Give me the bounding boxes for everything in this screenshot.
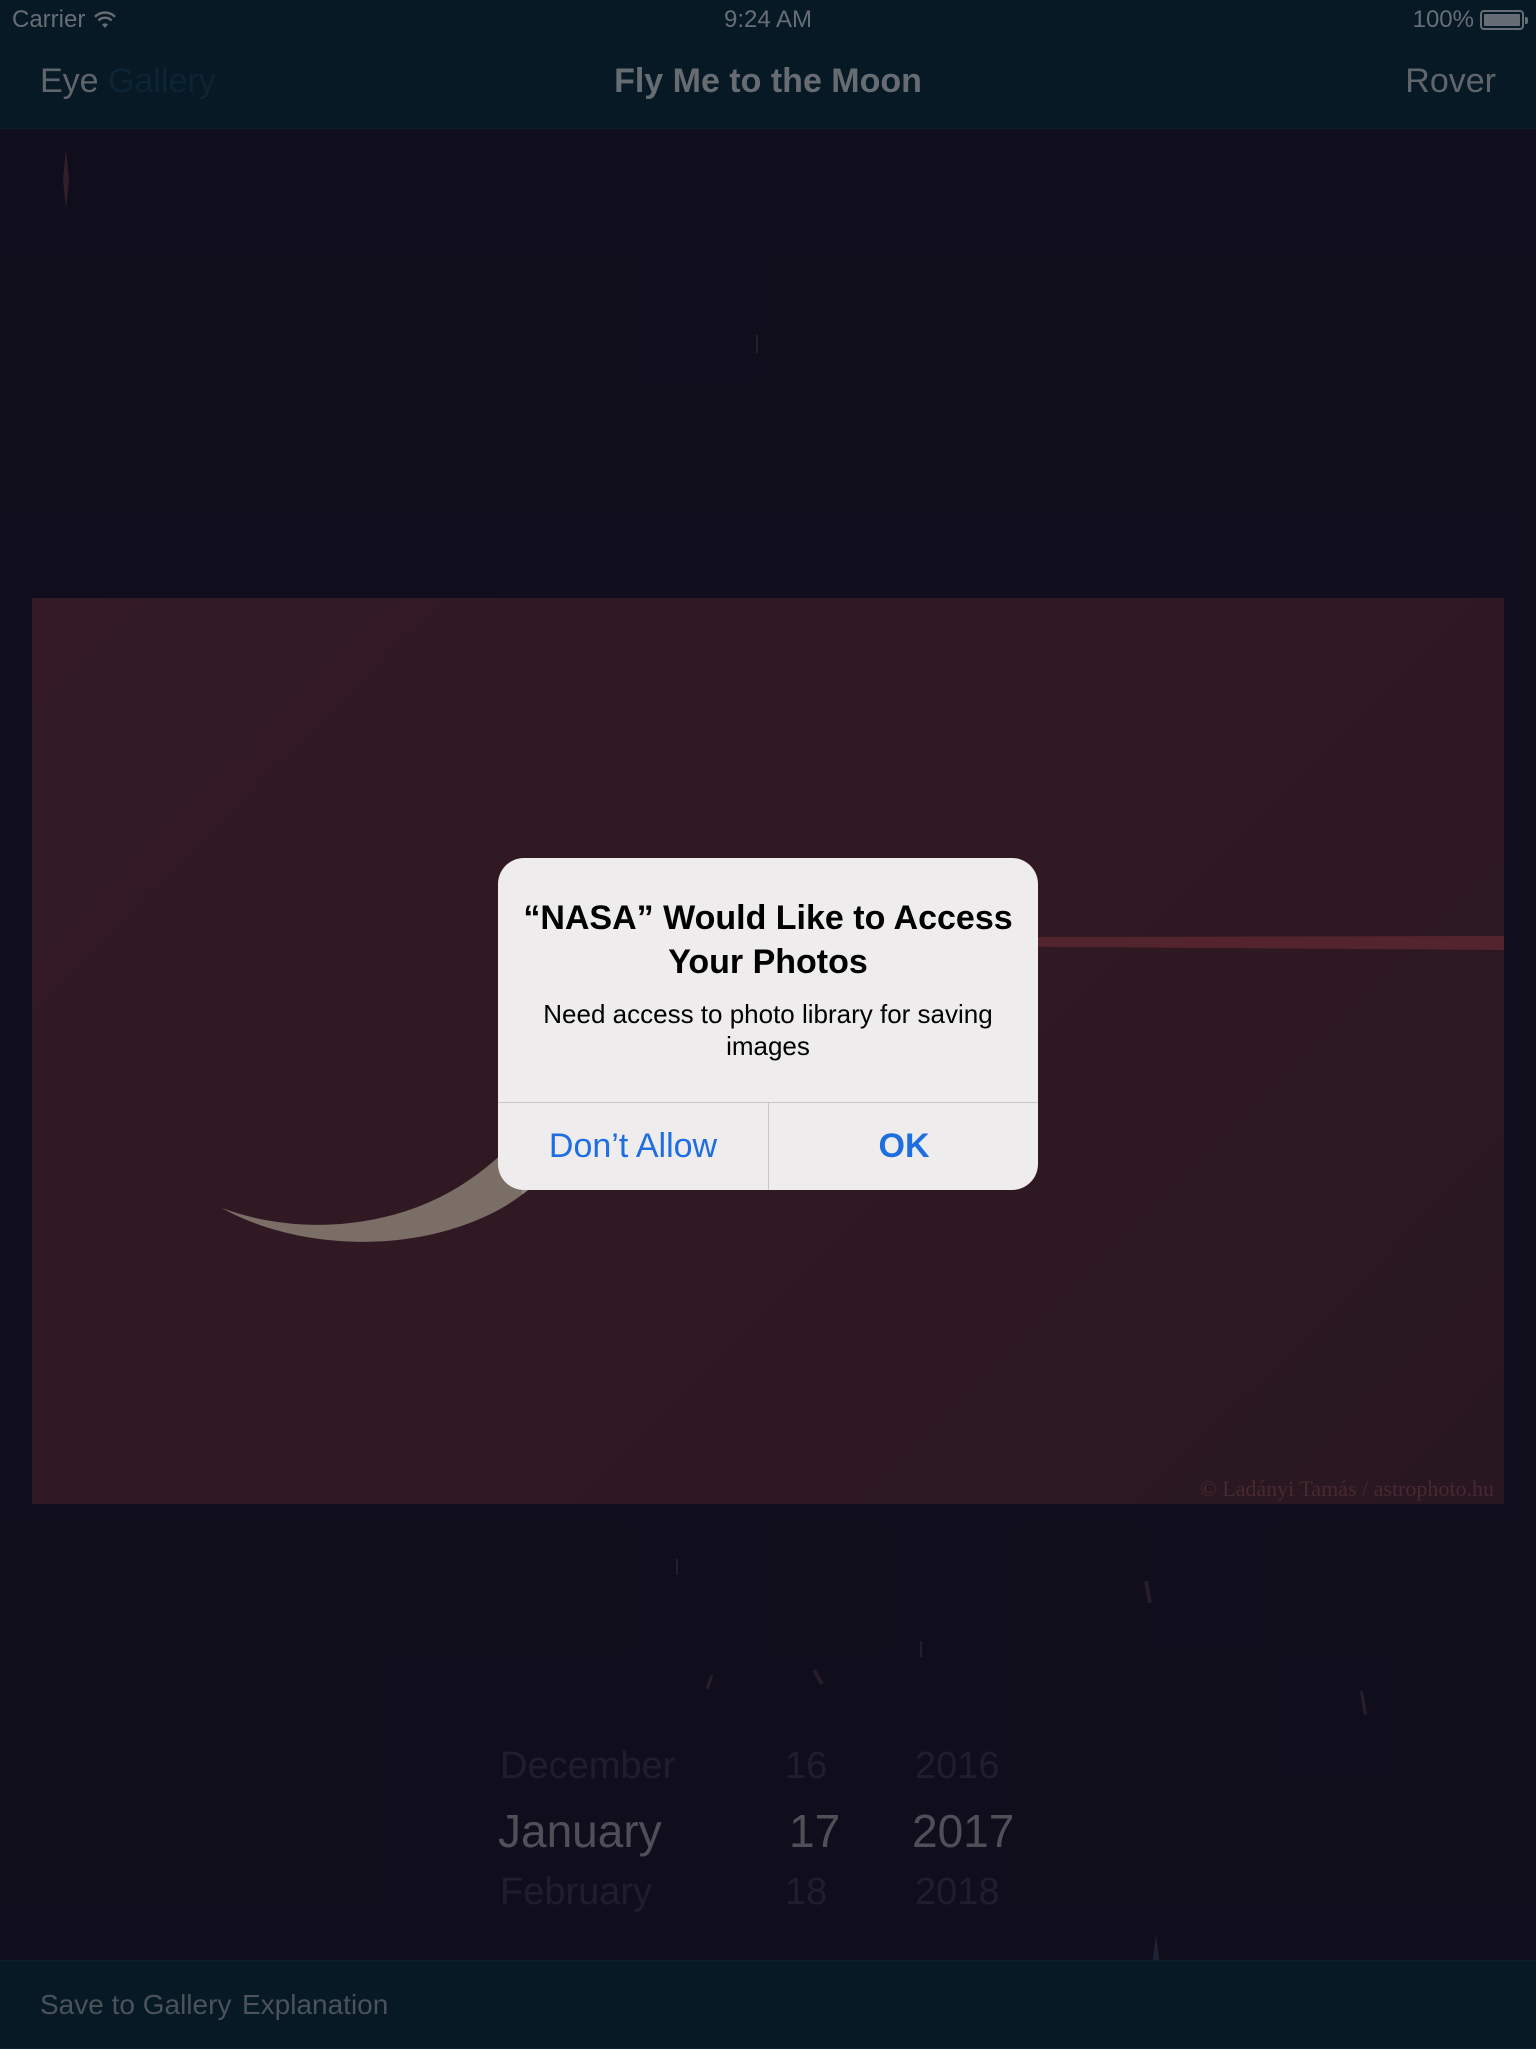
alert-message: Need access to photo library for saving … — [543, 999, 993, 1061]
photo-permission-alert: “NASA” Would Like to Access Your Photos … — [498, 858, 1038, 1190]
alert-title: “NASA” Would Like to Access Your Photos — [523, 899, 1013, 981]
ok-button[interactable]: OK — [769, 1103, 1038, 1190]
dont-allow-button[interactable]: Don’t Allow — [498, 1103, 768, 1190]
